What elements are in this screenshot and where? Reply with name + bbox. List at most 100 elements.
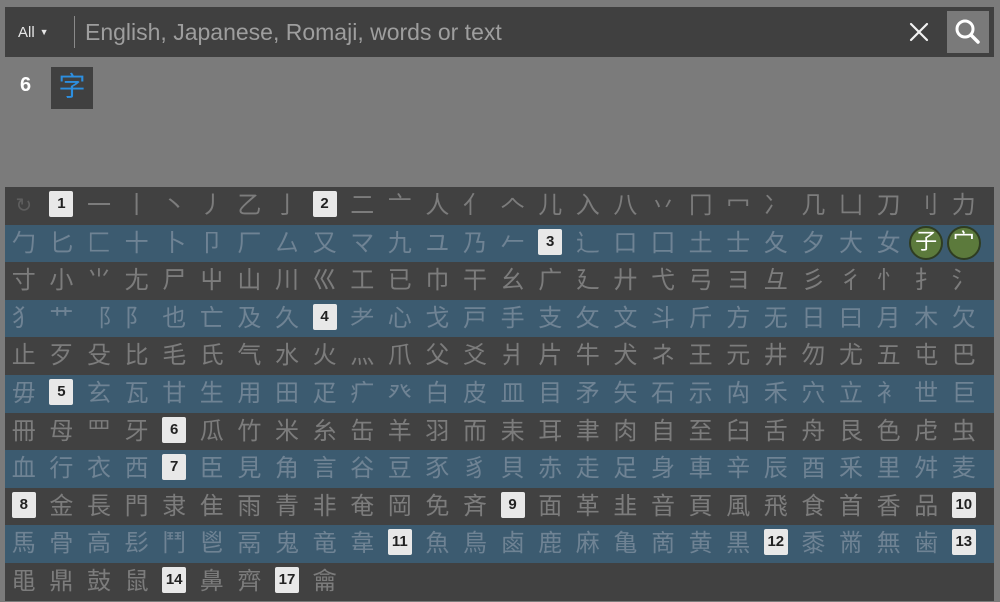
radical-button[interactable]: 彡 <box>795 262 833 300</box>
radical-button[interactable]: 米 <box>268 413 306 451</box>
radical-button[interactable]: 川 <box>268 262 306 300</box>
radical-button[interactable]: 缶 <box>343 413 381 451</box>
reset-icon[interactable]: ↻ <box>5 187 43 225</box>
radical-button[interactable]: 犬 <box>607 337 645 375</box>
radical-button[interactable]: 皿 <box>494 375 532 413</box>
radical-button[interactable]: 儿 <box>531 187 569 225</box>
radical-button[interactable]: 瓜 <box>193 413 231 451</box>
radical-button[interactable]: 元 <box>719 337 757 375</box>
radical-button[interactable]: 夕 <box>795 225 833 263</box>
radical-button[interactable]: ユ <box>419 225 457 263</box>
radical-button[interactable]: 田 <box>268 375 306 413</box>
radical-button[interactable]: 香 <box>870 488 908 526</box>
radical-button[interactable]: 土 <box>682 225 720 263</box>
radical-button[interactable]: 屮 <box>193 262 231 300</box>
radical-button[interactable]: 甘 <box>155 375 193 413</box>
radical-button[interactable]: 心 <box>381 300 419 338</box>
radical-button[interactable]: 止 <box>5 337 43 375</box>
radical-button[interactable]: 疒 <box>343 375 381 413</box>
radical-button[interactable]: 鬼 <box>268 525 306 563</box>
radical-button[interactable]: 爻 <box>456 337 494 375</box>
radical-button[interactable]: 舟 <box>795 413 833 451</box>
radical-button[interactable]: 舛 <box>907 450 945 488</box>
radical-button[interactable]: 黄 <box>682 525 720 563</box>
radical-button[interactable]: 廾 <box>607 262 645 300</box>
radical-button[interactable]: 黹 <box>832 525 870 563</box>
radical-button[interactable]: 刀 <box>870 187 908 225</box>
radical-button[interactable]: 凵 <box>832 187 870 225</box>
radical-button[interactable]: 小 <box>43 262 81 300</box>
radical-button[interactable]: 谷 <box>343 450 381 488</box>
radical-button[interactable]: 工 <box>343 262 381 300</box>
radical-button[interactable]: 長 <box>80 488 118 526</box>
radical-button[interactable]: ヨ <box>719 262 757 300</box>
radical-button[interactable]: 韋 <box>343 525 381 563</box>
radical-button[interactable]: 音 <box>644 488 682 526</box>
radical-button[interactable]: 巨 <box>945 375 983 413</box>
radical-button[interactable]: 而 <box>456 413 494 451</box>
radical-button[interactable]: 風 <box>719 488 757 526</box>
radical-button[interactable]: 干 <box>456 262 494 300</box>
radical-button[interactable]: 啇 <box>644 525 682 563</box>
radical-button[interactable]: 亻 <box>456 187 494 225</box>
radical-button[interactable]: 辛 <box>719 450 757 488</box>
radical-button[interactable]: 艮 <box>832 413 870 451</box>
radical-button[interactable]: 斤 <box>682 300 720 338</box>
radical-button[interactable]: 癶 <box>381 375 419 413</box>
result-kanji[interactable]: 字 <box>51 67 93 109</box>
radical-button[interactable]: 糸 <box>306 413 344 451</box>
radical-button[interactable]: 免 <box>419 488 457 526</box>
radical-button[interactable]: 金 <box>43 488 81 526</box>
radical-button[interactable]: 勿 <box>795 337 833 375</box>
radical-button[interactable]: 屯 <box>907 337 945 375</box>
radical-button[interactable]: 門 <box>118 488 156 526</box>
radical-button[interactable]: 辰 <box>757 450 795 488</box>
radical-button[interactable]: 非 <box>306 488 344 526</box>
radical-button[interactable]: 彳 <box>832 262 870 300</box>
radical-button[interactable]: 氏 <box>193 337 231 375</box>
radical-button[interactable]: 鬲 <box>231 525 269 563</box>
radical-button[interactable]: 忄 <box>870 262 908 300</box>
radical-button[interactable]: 岡 <box>381 488 419 526</box>
radical-button[interactable]: 鼻 <box>193 563 231 601</box>
radical-button[interactable]: 豆 <box>381 450 419 488</box>
radical-button[interactable]: 井 <box>757 337 795 375</box>
radical-button[interactable]: 用 <box>231 375 269 413</box>
radical-button[interactable]: 二 <box>343 187 381 225</box>
radical-button[interactable]: 夂 <box>757 225 795 263</box>
radical-button[interactable]: 广 <box>531 262 569 300</box>
radical-button[interactable]: 冫 <box>757 187 795 225</box>
radical-button[interactable]: 冂 <box>682 187 720 225</box>
radical-button[interactable]: 亡 <box>193 300 231 338</box>
radical-button[interactable]: 黽 <box>5 563 43 601</box>
radical-button[interactable]: 乙 <box>231 187 269 225</box>
radical-button[interactable]: 冖 <box>719 187 757 225</box>
radical-button[interactable]: 戸 <box>456 300 494 338</box>
radical-button[interactable]: 馬 <box>5 525 43 563</box>
radical-button[interactable]: 氵 <box>945 262 983 300</box>
radical-button[interactable]: 矛 <box>569 375 607 413</box>
radical-button[interactable]: 犭 <box>5 300 43 338</box>
radical-button[interactable]: 文 <box>607 300 645 338</box>
radical-button[interactable]: 几 <box>795 187 833 225</box>
radical-button[interactable]: 品 <box>907 488 945 526</box>
radical-button[interactable]: 卜 <box>155 225 193 263</box>
radical-button[interactable]: ⻌ <box>569 225 607 263</box>
radical-button[interactable]: 勹 <box>5 225 43 263</box>
radical-button[interactable]: 攵 <box>569 300 607 338</box>
radical-button[interactable]: 曰 <box>832 300 870 338</box>
radical-button[interactable]: 毛 <box>155 337 193 375</box>
radical-button[interactable]: 酉 <box>795 450 833 488</box>
radical-button[interactable]: 面 <box>531 488 569 526</box>
radical-button[interactable]: 王 <box>682 337 720 375</box>
radical-button[interactable]: 山 <box>231 262 269 300</box>
radical-button[interactable]: 尤 <box>832 337 870 375</box>
radical-button[interactable]: 色 <box>870 413 908 451</box>
radical-button[interactable]: 八 <box>607 187 645 225</box>
radical-button[interactable]: 穴 <box>795 375 833 413</box>
radical-button[interactable]: 灬 <box>343 337 381 375</box>
radical-button[interactable]: 久 <box>268 300 306 338</box>
radical-button[interactable]: 气 <box>231 337 269 375</box>
radical-button[interactable]: 火 <box>306 337 344 375</box>
radical-button[interactable]: 毋 <box>5 375 43 413</box>
